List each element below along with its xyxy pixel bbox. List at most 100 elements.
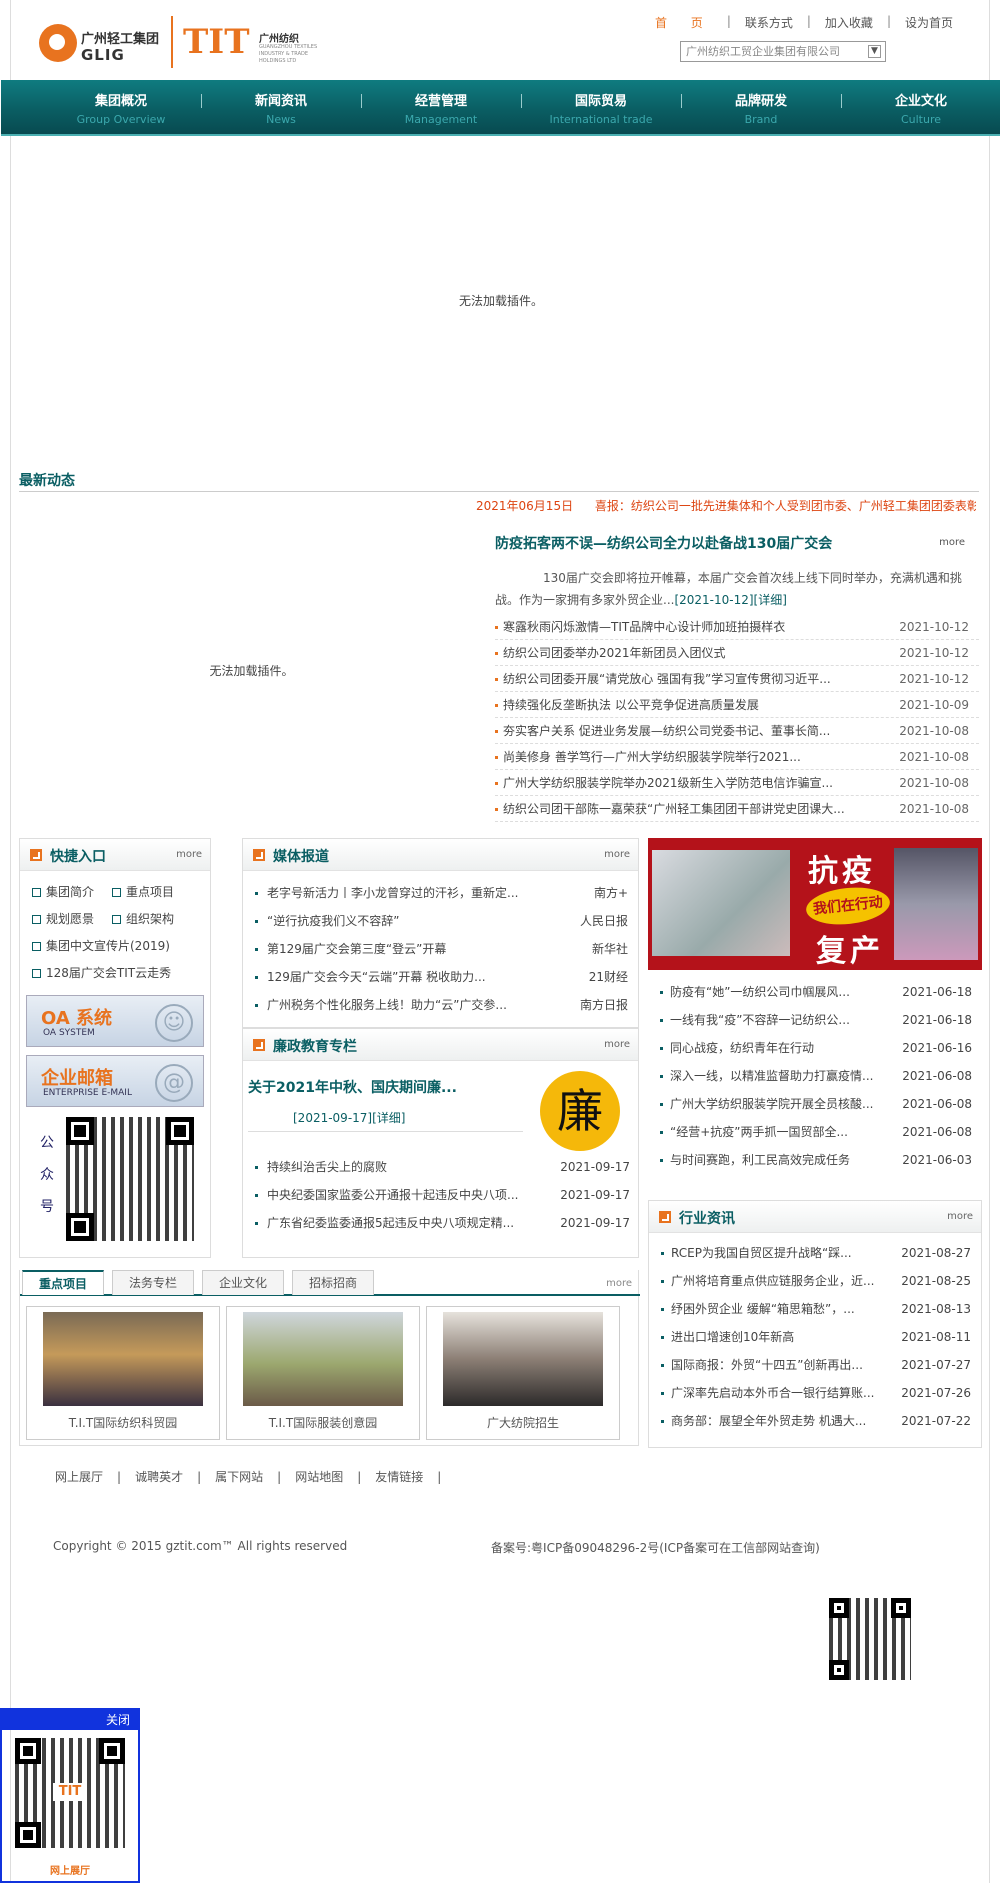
- tab-legal[interactable]: 法务专栏: [112, 1270, 194, 1295]
- company-select[interactable]: 广州纺织工贸企业集团有限公司 ▼: [680, 41, 886, 62]
- news-title[interactable]: 国际商报：外贸“十四五”创新再出...: [671, 1351, 891, 1379]
- media-title[interactable]: 129届广交会今天“云端”开幕 税收助力...: [267, 963, 558, 991]
- showroom-label[interactable]: 网上展厅: [2, 1862, 138, 1877]
- news-title[interactable]: 广深率先启动本外币合一银行结算账...: [671, 1379, 891, 1407]
- list-item[interactable]: 广州大学纺织服装学院举办2021级新生入学防范电信诈骗宣... 2021-10-0…: [495, 770, 979, 796]
- news-title[interactable]: 持续强化反垄断执法 以公平竞争促进高质量发展: [503, 692, 899, 717]
- quick-link[interactable]: 重点项目: [110, 879, 190, 906]
- tab-bidding[interactable]: 招标招商: [292, 1270, 374, 1295]
- list-item[interactable]: 广州大学纺织服装学院开展全员核酸... 2021-06-08: [648, 1090, 982, 1118]
- glig-logo[interactable]: 广州轻工集团 GLIG: [39, 20, 169, 70]
- list-item[interactable]: “逆行抗疫我们义不容辞” 人民日报: [255, 907, 628, 935]
- list-item[interactable]: RCEP为我国自贸区提升战略“踩... 2021-08-27: [649, 1239, 981, 1267]
- icp-record-link[interactable]: 备案号:粤ICP备09048296-2号(ICP备案可在工信部网站查询): [491, 1539, 820, 1556]
- footer-link[interactable]: 网上展厅: [55, 1470, 103, 1484]
- quick-link[interactable]: 集团中文宣传片(2019): [30, 933, 200, 960]
- detail-link[interactable]: [2021-10-12][详细]: [674, 593, 786, 607]
- news-title[interactable]: 与时间赛跑，利工民高效完成任务: [670, 1146, 892, 1174]
- list-item[interactable]: 寒露秋雨闪烁激情—TIT品牌中心设计师加班拍摄样衣 2021-10-12: [495, 614, 979, 640]
- item-title[interactable]: 广东省纪委监委通报5起违反中央八项规定精...: [267, 1209, 560, 1237]
- more-link[interactable]: more: [176, 849, 202, 860]
- list-item[interactable]: 一线有我“疫”不容辞一记纺织公... 2021-06-18: [648, 1006, 982, 1034]
- list-item[interactable]: 广东省纪委监委通报5起违反中央八项规定精... 2021-09-17: [255, 1209, 630, 1237]
- quick-link[interactable]: 组织架构: [110, 906, 190, 933]
- news-title[interactable]: RCEP为我国自贸区提升战略“踩...: [671, 1239, 891, 1267]
- detail-link[interactable]: [2021-09-17][详细]: [293, 1109, 405, 1126]
- news-title[interactable]: 纺织公司团委举办2021年新团员入团仪式: [503, 640, 899, 665]
- news-title[interactable]: 防疫有“她”一纺织公司巾帼展风...: [670, 978, 892, 1006]
- ticker-text[interactable]: 喜报：纺织公司一批先进集体和个人受到团市委、广州轻工集团团委表彰: [595, 499, 976, 513]
- project-caption[interactable]: 广大纺院招生: [427, 1414, 619, 1431]
- list-item[interactable]: “经营+抗疫”两手抓一国贸部全... 2021-06-08: [648, 1118, 982, 1146]
- tit-logo[interactable]: TIT 广州纺织 GUANGZHOU TEXTILES INDUSTRY & T…: [183, 22, 323, 66]
- list-item[interactable]: 同心战疫，纺织青年在行动 2021-06-16: [648, 1034, 982, 1062]
- list-item[interactable]: 与时间赛跑，利工民高效完成任务 2021-06-03: [648, 1146, 982, 1174]
- quick-link[interactable]: 规划愿景: [30, 906, 110, 933]
- list-item[interactable]: 第129届广交会第三度“登云”开幕 新华社: [255, 935, 628, 963]
- media-title[interactable]: “逆行抗疫我们义不容辞”: [267, 907, 558, 935]
- news-title[interactable]: 广州大学纺织服装学院举办2021级新生入学防范电信诈骗宣...: [503, 770, 899, 795]
- list-item[interactable]: 老字号新活力丨李小龙曾穿过的汗衫，重新定... 南方+: [255, 879, 628, 907]
- quick-link[interactable]: 集团简介: [30, 879, 110, 906]
- news-title[interactable]: 广州大学纺织服装学院开展全员核酸...: [670, 1090, 892, 1118]
- project-card[interactable]: T.I.T国际服装创意园: [226, 1306, 420, 1440]
- footer-link[interactable]: 网站地图: [295, 1470, 343, 1484]
- contact-link[interactable]: 联系方式: [745, 14, 793, 31]
- set-homepage-link[interactable]: 设为首页: [905, 14, 953, 31]
- media-title[interactable]: 广州税务个性化服务上线！助力“云”广交参...: [267, 991, 558, 1019]
- list-item[interactable]: 广州将培育重点供应链服务企业，近... 2021-08-25: [649, 1267, 981, 1295]
- news-title[interactable]: 尚美修身 善学笃行—广州大学纺织服装学院举行2021...: [503, 744, 899, 769]
- nav-culture[interactable]: 企业文化 Culture: [841, 80, 1000, 126]
- more-link[interactable]: more: [939, 537, 965, 548]
- project-caption[interactable]: T.I.T国际纺织科贸园: [27, 1414, 219, 1431]
- favorite-link[interactable]: 加入收藏: [825, 14, 873, 31]
- news-title[interactable]: 纺织公司团干部陈一嘉荣获“广州轻工集团团干部讲党史团课大...: [503, 796, 899, 821]
- home-link[interactable]: 首 页: [655, 14, 713, 31]
- close-button[interactable]: 关闭: [2, 1710, 138, 1730]
- tab-key-projects[interactable]: 重点项目: [22, 1270, 104, 1295]
- media-title[interactable]: 第129届广交会第三度“登云”开幕: [267, 935, 558, 963]
- news-ticker[interactable]: 2021年06月15日 喜报：纺织公司一批先进集体和个人受到团市委、广州轻工集团…: [476, 497, 976, 514]
- list-item[interactable]: 中央纪委国家监委公开通报十起违反中央八项... 2021-09-17: [255, 1181, 630, 1209]
- list-item[interactable]: 商务部：展望全年外贸走势 机遇大... 2021-07-22: [649, 1407, 981, 1435]
- list-item[interactable]: 防疫有“她”一纺织公司巾帼展风... 2021-06-18: [648, 978, 982, 1006]
- more-link[interactable]: more: [604, 849, 630, 860]
- list-item[interactable]: 纺织公司团委开展“请党放心 强国有我”学习宣传贯彻习近平... 2021-10-1…: [495, 666, 979, 692]
- list-item[interactable]: 广深率先启动本外币合一银行结算账... 2021-07-26: [649, 1379, 981, 1407]
- news-title[interactable]: 商务部：展望全年外贸走势 机遇大...: [671, 1407, 891, 1435]
- qr-code-icon[interactable]: TIT: [15, 1738, 125, 1848]
- news-title[interactable]: 深入一线，以精准监督助力打赢疫情...: [670, 1062, 892, 1090]
- nav-news[interactable]: 新闻资讯 News: [201, 80, 361, 126]
- list-item[interactable]: 夯实客户关系 促进业务发展—纺织公司党委书记、董事长简... 2021-10-08: [495, 718, 979, 744]
- list-item[interactable]: 持续强化反垄断执法 以公平竞争促进高质量发展 2021-10-09: [495, 692, 979, 718]
- nav-group-overview[interactable]: 集团概况 Group Overview: [41, 80, 201, 126]
- more-link[interactable]: more: [606, 1278, 632, 1289]
- project-card[interactable]: 广大纺院招生: [426, 1306, 620, 1440]
- footer-link[interactable]: 诚聘英才: [135, 1470, 183, 1484]
- featured-news-title[interactable]: 防疫拓客两不误—纺织公司全力以赴备战130届广交会: [495, 533, 975, 553]
- news-title[interactable]: 纾困外贸企业 缓解“箱思箱愁”，...: [671, 1295, 891, 1323]
- nav-international-trade[interactable]: 国际贸易 International trade: [521, 80, 681, 126]
- quick-link[interactable]: 128届广交会TIT云走秀: [30, 960, 200, 987]
- footer-link[interactable]: 属下网站: [215, 1470, 263, 1484]
- news-title[interactable]: 一线有我“疫”不容辞一记纺织公...: [670, 1006, 892, 1034]
- list-item[interactable]: 纾困外贸企业 缓解“箱思箱愁”，... 2021-08-13: [649, 1295, 981, 1323]
- integrity-headline[interactable]: 关于2021年中秋、国庆期间廉...: [248, 1077, 508, 1097]
- list-item[interactable]: 国际商报：外贸“十四五”创新再出... 2021-07-27: [649, 1351, 981, 1379]
- list-item[interactable]: 持续纠治舌尖上的腐败 2021-09-17: [255, 1153, 630, 1181]
- footer-link[interactable]: 友情链接: [375, 1470, 423, 1484]
- enterprise-mail-button[interactable]: 企业邮箱 ENTERPRISE E-MAIL @: [26, 1055, 204, 1107]
- nav-management[interactable]: 经营管理 Management: [361, 80, 521, 126]
- news-title[interactable]: 寒露秋雨闪烁激情—TIT品牌中心设计师加班拍摄样衣: [503, 614, 899, 639]
- more-link[interactable]: more: [604, 1039, 630, 1050]
- anti-epidemic-banner[interactable]: 抗疫 我们在行动 复产: [648, 838, 982, 970]
- oa-system-button[interactable]: OA 系统 OA SYSTEM ☺: [26, 995, 204, 1047]
- news-title[interactable]: “经营+抗疫”两手抓一国贸部全...: [670, 1118, 892, 1146]
- list-item[interactable]: 深入一线，以精准监督助力打赢疫情... 2021-06-08: [648, 1062, 982, 1090]
- list-item[interactable]: 纺织公司团干部陈一嘉荣获“广州轻工集团团干部讲党史团课大... 2021-10-0…: [495, 796, 979, 822]
- list-item[interactable]: 进出口增速创10年新高 2021-08-11: [649, 1323, 981, 1351]
- news-title[interactable]: 进出口增速创10年新高: [671, 1323, 891, 1351]
- list-item[interactable]: 纺织公司团委举办2021年新团员入团仪式 2021-10-12: [495, 640, 979, 666]
- news-title[interactable]: 纺织公司团委开展“请党放心 强国有我”学习宣传贯彻习近平...: [503, 666, 899, 691]
- item-title[interactable]: 中央纪委国家监委公开通报十起违反中央八项...: [267, 1181, 560, 1209]
